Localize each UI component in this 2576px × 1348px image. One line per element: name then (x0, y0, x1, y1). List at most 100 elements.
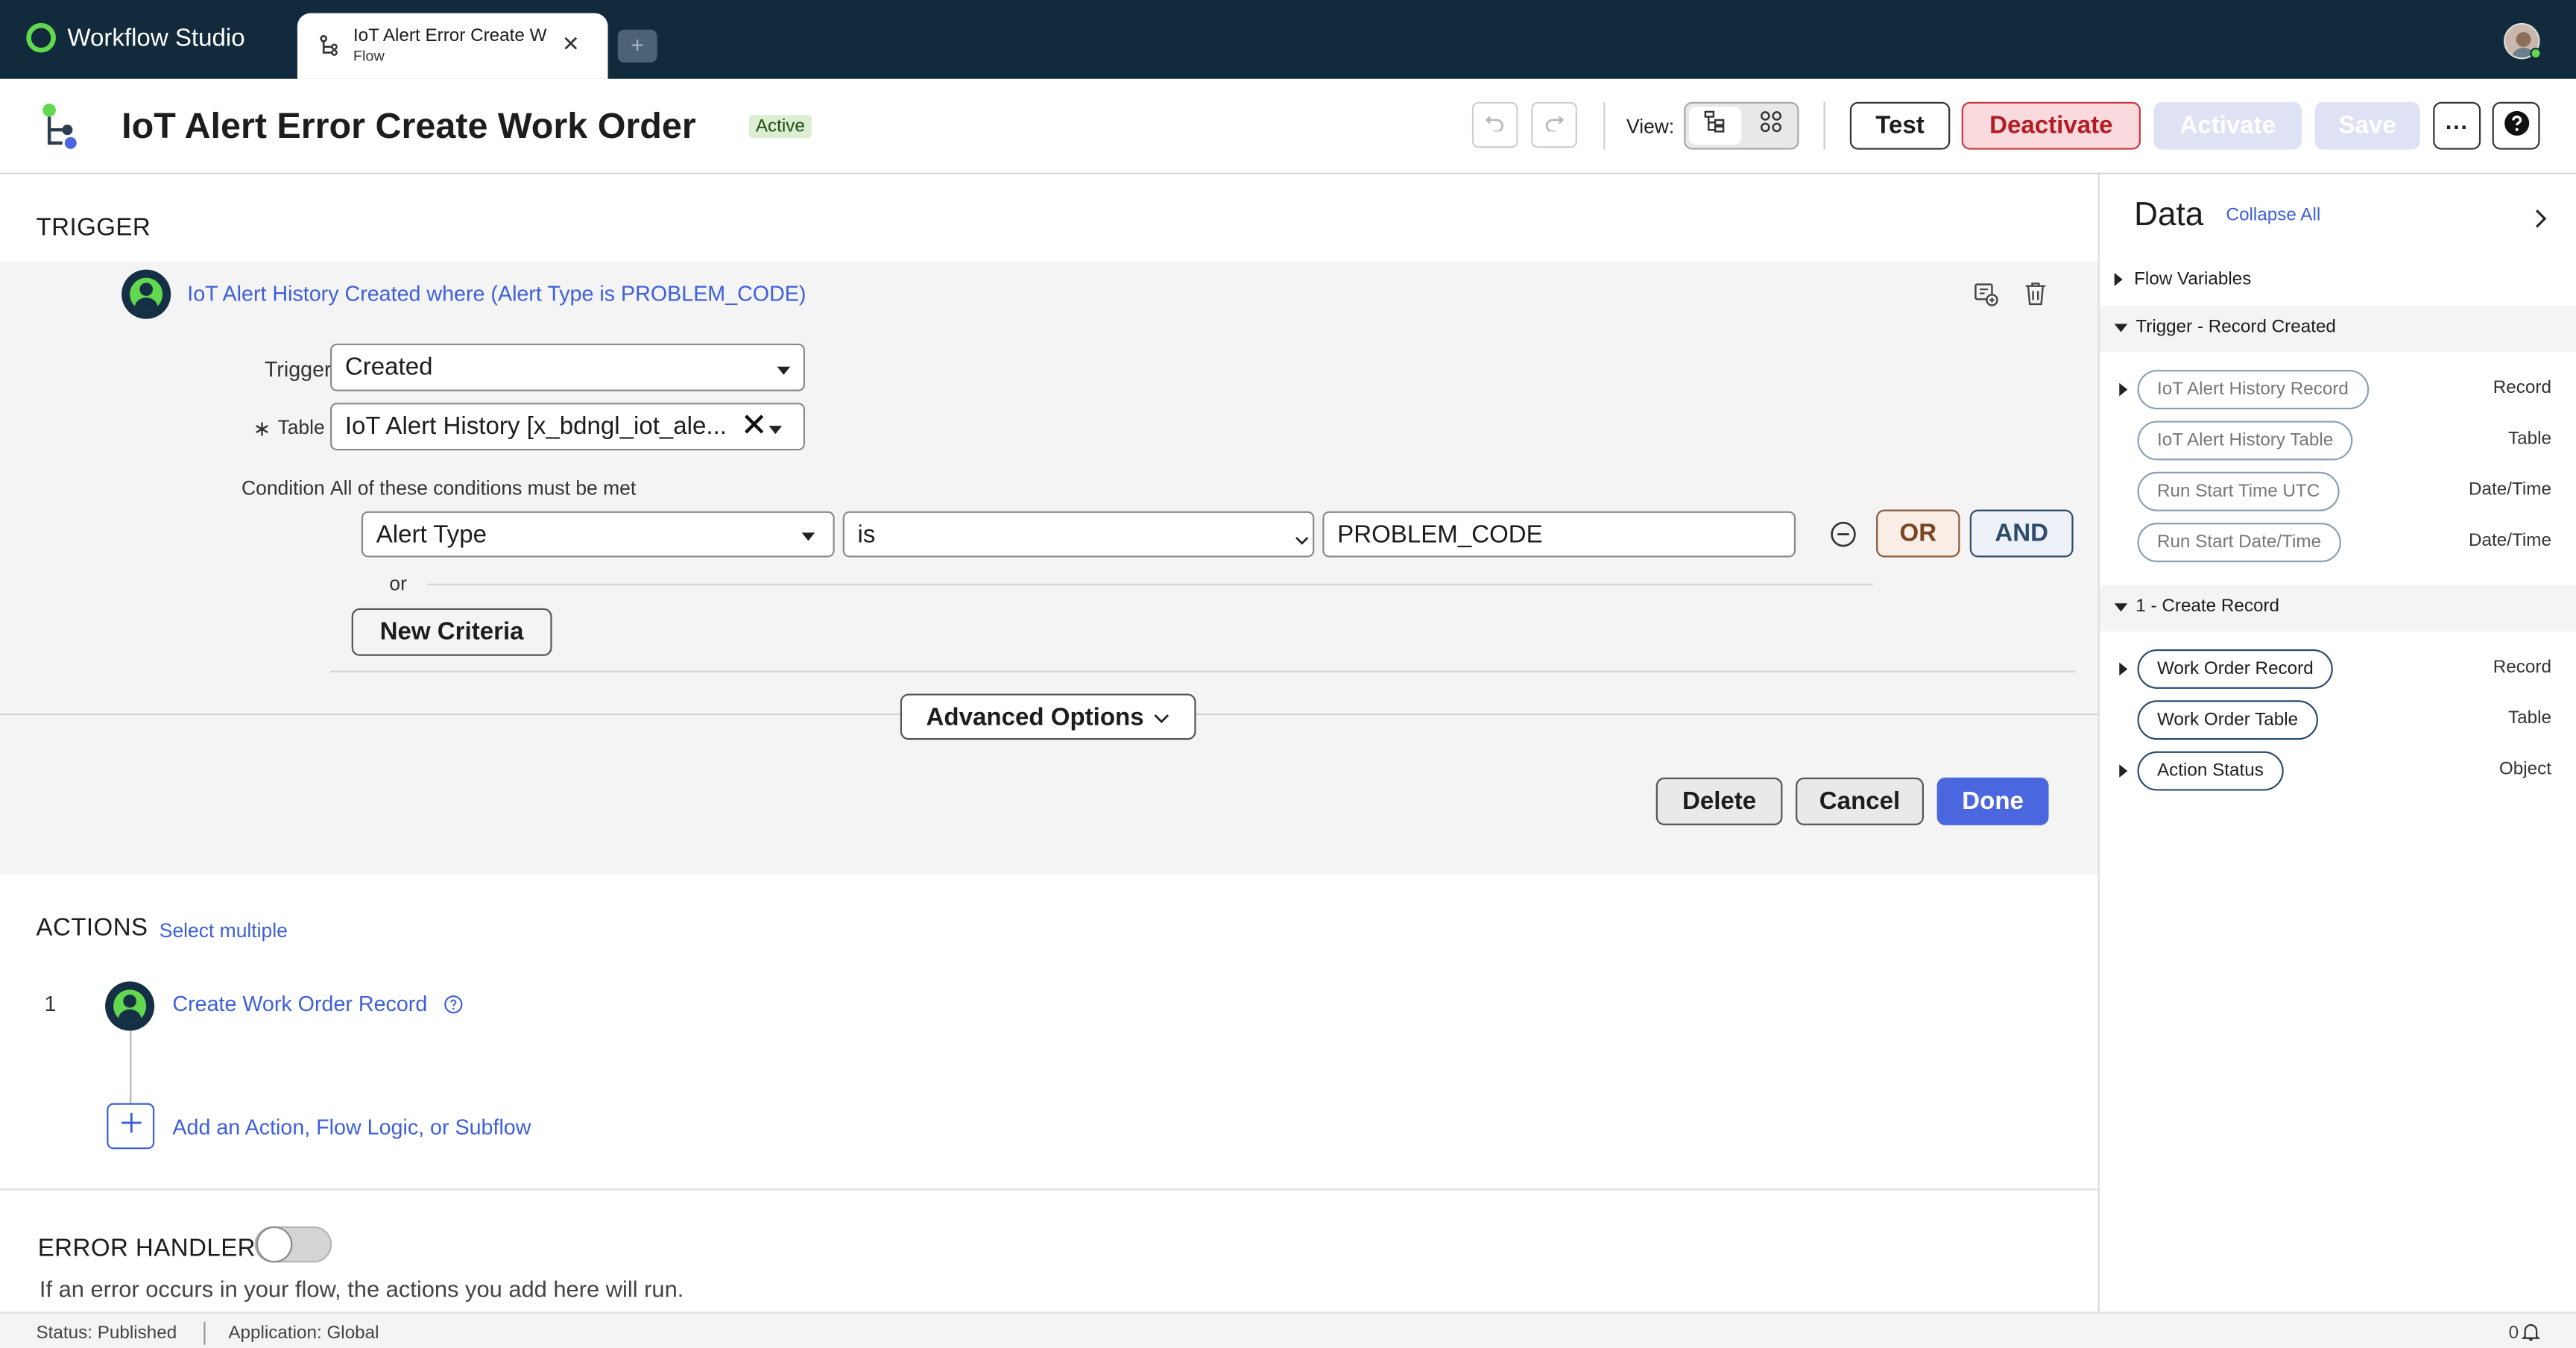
activate-button[interactable]: Activate (2153, 101, 2302, 150)
done-button[interactable]: Done (1936, 777, 2049, 825)
condition-field-select[interactable]: Alert Type (361, 511, 835, 558)
and-button[interactable]: AND (1969, 509, 2074, 558)
notification-count: 0 (2508, 1323, 2519, 1344)
actions-section-title: ACTIONS (36, 913, 148, 942)
table-value: IoT Alert History [x_bdngl_iot_ale... (344, 412, 727, 441)
tab-subtitle: Flow (353, 47, 385, 64)
clear-table-icon[interactable] (742, 412, 765, 442)
header-divider (1823, 101, 1825, 150)
data-pill-type: Table (2508, 708, 2551, 728)
more-actions-button[interactable]: ··· (2433, 101, 2481, 150)
collapse-all-link[interactable]: Collapse All (2226, 206, 2321, 225)
page-title: IoT Alert Error Create Work Order (121, 105, 696, 147)
view-label: View: (1626, 115, 1675, 139)
action-link[interactable]: Create Work Order Record (172, 992, 427, 1016)
header-divider (1603, 101, 1606, 150)
grid-view-button[interactable] (1745, 107, 1798, 145)
bell-icon[interactable] (2521, 1322, 2540, 1347)
condition-hint: All of these conditions must be met (330, 476, 637, 500)
redo-button[interactable] (1531, 101, 1577, 148)
data-pill[interactable]: IoT Alert History Table (2137, 421, 2353, 461)
tab-close-icon[interactable]: ✕ (562, 31, 580, 57)
expand-icon (2114, 273, 2123, 286)
undo-icon (1485, 110, 1505, 140)
create-record-node-icon (105, 981, 155, 1031)
remove-condition-icon[interactable] (1830, 521, 1856, 555)
expand-icon[interactable] (2119, 662, 2128, 676)
data-pill[interactable]: IoT Alert History Record (2137, 370, 2369, 410)
advanced-options-button[interactable]: Advanced Options (900, 693, 1196, 740)
error-handler-toggle[interactable] (254, 1226, 332, 1263)
status-badge: Active (749, 115, 812, 139)
grid-view-icon (1760, 110, 1783, 142)
application-text: Application: Global (228, 1323, 379, 1344)
info-icon[interactable] (443, 993, 463, 1023)
data-group-trigger[interactable]: Trigger - Record Created (2114, 317, 2336, 338)
or-divider (427, 583, 1873, 585)
trigger-section-title: TRIGGER (36, 213, 151, 242)
chevron-down-icon (1295, 526, 1310, 554)
close-panel-icon[interactable] (2534, 207, 2548, 237)
delete-button[interactable]: Delete (1655, 777, 1783, 825)
data-pill-type: Record (2493, 378, 2551, 398)
app-name: Workflow Studio (67, 23, 245, 52)
status-bar: Status: Published Application: Global 0 (0, 1311, 2576, 1348)
select-multiple-link[interactable]: Select multiple (160, 919, 288, 942)
condition-value: PROBLEM_CODE (1337, 520, 1543, 549)
expand-icon[interactable] (2119, 764, 2128, 778)
data-group-create-record[interactable]: 1 - Create Record (2114, 596, 2280, 617)
toggle-knob (256, 1226, 293, 1263)
expand-icon[interactable] (2119, 382, 2128, 397)
trigger-type-value: Created (344, 353, 433, 382)
or-button[interactable]: OR (1876, 509, 1960, 558)
data-panel-title: Data (2134, 197, 2204, 234)
deactivate-button[interactable]: Deactivate (1961, 101, 2141, 150)
table-required-marker: ∗ (253, 415, 271, 441)
test-button[interactable]: Test (1849, 101, 1951, 150)
condition-operator-select[interactable]: is (842, 511, 1315, 558)
data-group-flow-variables[interactable]: Flow Variables (2114, 269, 2252, 290)
condition-field-value: Alert Type (376, 520, 487, 549)
data-pill[interactable]: Work Order Record (2137, 649, 2334, 689)
cancel-button[interactable]: Cancel (1796, 777, 1925, 825)
data-group-label: Flow Variables (2134, 269, 2252, 290)
add-action-link[interactable]: Add an Action, Flow Logic, or Subflow (172, 1115, 531, 1139)
add-action-button[interactable] (107, 1103, 155, 1150)
save-button[interactable]: Save (2314, 101, 2420, 150)
app-brand[interactable]: Workflow Studio (26, 22, 245, 53)
undo-button[interactable] (1471, 101, 1518, 148)
table-select[interactable]: IoT Alert History [x_bdngl_iot_ale... (330, 403, 806, 451)
data-pill[interactable]: Run Start Date/Time (2137, 523, 2341, 563)
data-pill[interactable]: Action Status (2137, 751, 2284, 791)
condition-operator-value: is (857, 520, 876, 549)
new-criteria-button[interactable]: New Criteria (351, 608, 552, 656)
condition-value-input[interactable]: PROBLEM_CODE (1322, 511, 1796, 558)
tree-view-button[interactable] (1688, 107, 1742, 145)
chevron-down-icon (777, 366, 791, 375)
add-tab-button[interactable]: + (617, 29, 657, 63)
data-group-label: 1 - Create Record (2135, 596, 2280, 617)
delete-trigger-icon[interactable] (2024, 281, 2047, 314)
help-button[interactable] (2492, 101, 2540, 150)
status-divider (203, 1321, 206, 1345)
trigger-type-select[interactable]: Created (330, 343, 806, 391)
tree-view-icon (1704, 110, 1727, 142)
flow-tab-icon (319, 34, 338, 66)
collapse-icon (2114, 323, 2128, 332)
criteria-divider (330, 670, 2075, 673)
data-group-label: Trigger - Record Created (2135, 317, 2336, 338)
data-pill-type: Table (2508, 429, 2551, 449)
data-pill[interactable]: Work Order Table (2137, 700, 2318, 740)
data-pill[interactable]: Run Start Time UTC (2137, 471, 2340, 511)
chevron-down-icon (801, 532, 815, 541)
flow-icon (40, 102, 82, 160)
trigger-node-icon (121, 269, 171, 319)
view-toggle (1684, 101, 1799, 150)
chevron-down-icon (768, 426, 783, 435)
plus-icon (119, 1110, 142, 1141)
data-pill-type: Date/Time (2469, 479, 2551, 500)
data-pill-type: Object (2498, 759, 2551, 780)
copy-trigger-icon[interactable] (1973, 281, 1999, 315)
trigger-summary-link[interactable]: IoT Alert History Created where (Alert T… (187, 281, 806, 306)
data-pill-type: Date/Time (2469, 531, 2551, 551)
